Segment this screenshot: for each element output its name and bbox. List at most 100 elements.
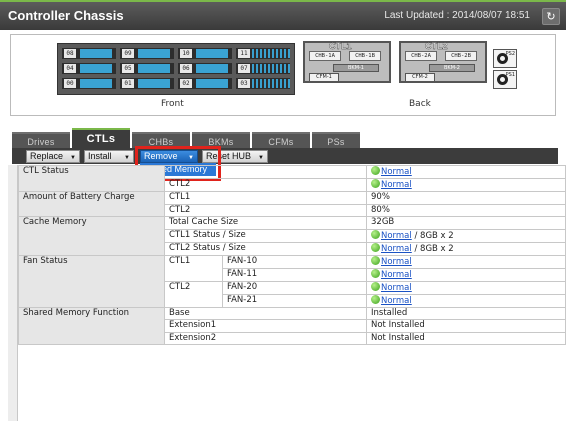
status-link[interactable]: Normal	[381, 231, 412, 241]
tab-bkms[interactable]: BKMs	[192, 132, 250, 148]
install-button[interactable]: Install ▼	[84, 150, 134, 163]
status-cell: Normal	[366, 165, 566, 179]
tab-ctls[interactable]: CTLs	[72, 128, 130, 148]
install-label: Install	[88, 151, 112, 161]
table-row: CTL Status Normal	[18, 165, 566, 192]
status-ok-icon	[371, 166, 380, 175]
value-cell: Installed	[366, 306, 566, 320]
bkm-2[interactable]: BKM-2	[429, 64, 475, 72]
remove-label: Remove	[144, 151, 178, 161]
replace-button[interactable]: Replace ▼	[26, 150, 80, 163]
chb-2b[interactable]: CHB-2B	[445, 51, 477, 61]
slot-number: 06	[180, 64, 192, 73]
replace-label: Replace	[30, 151, 64, 161]
table-row: Cache Memory Total Cache Size 32GB	[18, 216, 566, 256]
drive-slot[interactable]: 08	[62, 48, 116, 59]
slot-number: 00	[64, 79, 76, 88]
status-link[interactable]: Normal	[381, 180, 412, 190]
slot-row: 00 01 02 03	[62, 78, 290, 89]
refresh-icon[interactable]: ↻	[542, 8, 560, 25]
chb-1a[interactable]: CHB-1A	[309, 51, 341, 61]
drive-slot[interactable]: 11	[236, 48, 290, 59]
left-edge	[8, 165, 18, 421]
remove-button[interactable]: Remove ▼	[140, 150, 198, 163]
drive-slot[interactable]: 04	[62, 63, 116, 74]
drive-slot[interactable]: 01	[120, 78, 174, 89]
cfm-2[interactable]: CFM-2	[405, 73, 435, 82]
slot-number: 11	[238, 49, 250, 58]
last-updated-label: Last Updated : 2014/08/07 18:51	[384, 10, 530, 21]
cell: CTL1	[164, 254, 223, 282]
status-link[interactable]: Normal	[381, 257, 412, 267]
status-cell: Normal / 8GB x 2	[366, 241, 566, 256]
cell: FAN-10	[222, 254, 367, 269]
bkm-1[interactable]: BKM-1	[333, 64, 379, 72]
ctl2-module[interactable]: CTL2 CHB-2A CHB-2B BKM-2 CFM-2	[399, 41, 487, 83]
tab-drives[interactable]: Drives	[12, 132, 70, 148]
slot-number: 03	[238, 79, 250, 88]
chevron-down-icon: ▼	[124, 155, 130, 161]
front-view: 08 09 10 11 04 05 06 07 00 01 02 03	[57, 43, 295, 95]
chb-1b[interactable]: CHB-1B	[349, 51, 381, 61]
chevron-down-icon: ▼	[70, 155, 76, 161]
front-label: Front	[161, 99, 184, 109]
status-cell: Normal	[366, 280, 566, 295]
slot-number: 01	[122, 79, 134, 88]
status-ok-icon	[371, 229, 380, 239]
slot-row: 04 05 06 07	[62, 63, 290, 74]
status-ok-icon	[371, 268, 380, 278]
component-tabs: Drives CTLs CHBs BKMs CFMs PSs	[12, 128, 558, 148]
table-row: Amount of Battery Charge CTL1 90%	[18, 191, 566, 217]
cell: CTL2	[164, 203, 367, 217]
chb-2a[interactable]: CHB-2A	[405, 51, 437, 61]
window-title: Controller Chassis	[8, 8, 124, 23]
status-cell: Normal	[366, 254, 566, 269]
row-label: Amount of Battery Charge	[18, 191, 165, 217]
row-label: Fan Status	[18, 254, 165, 308]
slot-number: 04	[64, 64, 76, 73]
ctl2-label: CTL2	[425, 41, 448, 51]
drive-slot[interactable]: 06	[178, 63, 232, 74]
status-link[interactable]: Normal	[381, 283, 412, 293]
cell: FAN-11	[222, 267, 367, 282]
drive-slot[interactable]: 03	[236, 78, 290, 89]
slot-number: 07	[238, 64, 250, 73]
ctl1-module[interactable]: CTL1 CHB-1A CHB-1B BKM-1 CFM-1	[303, 41, 391, 83]
status-link[interactable]: Normal	[381, 296, 412, 306]
drive-slot[interactable]: 02	[178, 78, 232, 89]
value-cell: 80%	[366, 203, 566, 217]
back-label: Back	[409, 99, 431, 109]
row-label: CTL Status	[18, 165, 165, 192]
drive-slot[interactable]: 00	[62, 78, 116, 89]
drive-slot[interactable]: 10	[178, 48, 232, 59]
slot-number: 08	[64, 49, 76, 58]
cell: CTL2 Status / Size	[164, 241, 367, 256]
drive-slot[interactable]: 09	[120, 48, 174, 59]
cell: FAN-21	[222, 293, 367, 308]
cfm-1[interactable]: CFM-1	[309, 73, 339, 82]
status-link[interactable]: Normal	[381, 244, 412, 254]
cell: Base	[164, 306, 367, 320]
slot-number: 10	[180, 49, 192, 58]
ctl-details-table: CTL Status Normal CTL2 Normal Amount of …	[18, 165, 566, 345]
tab-pss[interactable]: PSs	[312, 132, 360, 148]
tab-cfms[interactable]: CFMs	[252, 132, 310, 148]
ps2-unit[interactable]: PS2	[493, 49, 517, 68]
reset-hub-button[interactable]: Reset HUB ▼	[202, 150, 268, 163]
row-label: Shared Memory Function	[18, 306, 165, 345]
cell	[164, 165, 367, 179]
slot-number: 02	[180, 79, 192, 88]
status-link[interactable]: Normal	[381, 167, 412, 177]
row-label: Cache Memory	[18, 216, 165, 256]
tab-chbs[interactable]: CHBs	[132, 132, 190, 148]
slot-row: 08 09 10 11	[62, 48, 290, 59]
value-cell: Not Installed	[366, 319, 566, 333]
status-ok-icon	[371, 242, 380, 252]
status-ok-icon	[371, 281, 380, 291]
drive-slot[interactable]: 07	[236, 63, 290, 74]
size-text: / 8GB x 2	[411, 243, 454, 254]
status-link[interactable]: Normal	[381, 270, 412, 280]
status-cell: Normal / 8GB x 2	[366, 228, 566, 243]
drive-slot[interactable]: 05	[120, 63, 174, 74]
ps1-unit[interactable]: PS1	[493, 70, 517, 89]
